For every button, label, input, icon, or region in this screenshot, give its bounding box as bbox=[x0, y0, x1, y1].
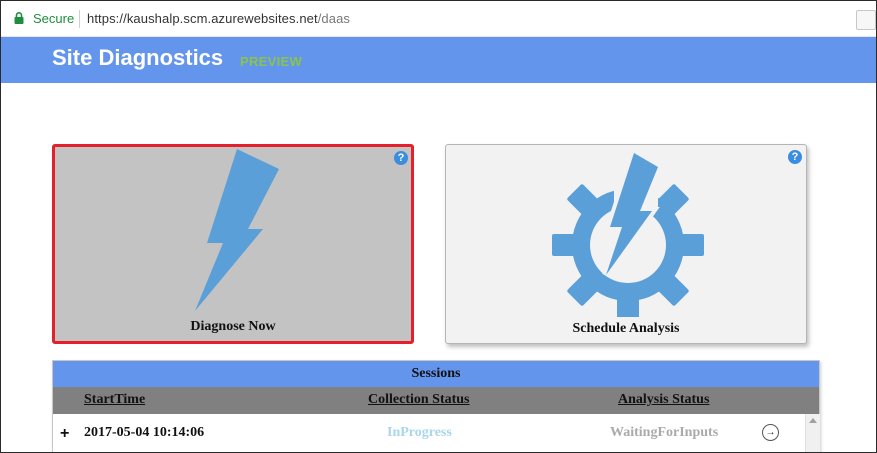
preview-badge: PREVIEW bbox=[240, 54, 303, 69]
page-title: Site Diagnostics bbox=[52, 45, 224, 70]
lock-icon bbox=[14, 12, 24, 24]
analysis-status-cell: WaitingForInputs bbox=[610, 425, 719, 440]
schedule-analysis-card[interactable]: ? Schedule Analysis bbox=[445, 144, 807, 344]
sessions-column-headers: StartTime Collection Status Analysis Sta… bbox=[53, 387, 819, 414]
scroll-up-icon[interactable] bbox=[809, 418, 817, 423]
url-field[interactable]: https://kaushalp.scm.azurewebsites.net/d… bbox=[87, 11, 350, 26]
address-bar: Secure https://kaushalp.scm.azurewebsite… bbox=[1, 1, 876, 37]
address-divider bbox=[79, 10, 80, 28]
gear-lightning-icon bbox=[552, 147, 704, 317]
schedule-analysis-label: Schedule Analysis bbox=[572, 321, 680, 336]
diagnose-now-card[interactable]: ? Diagnose Now bbox=[52, 144, 414, 344]
url-host: https://kaushalp.scm.azurewebsites.net bbox=[87, 11, 318, 26]
diagnose-now-label: Diagnose Now bbox=[190, 319, 276, 334]
start-time-cell: 2017-05-04 10:14:06 bbox=[84, 425, 205, 440]
collection-status-cell: InProgress bbox=[387, 425, 452, 440]
sessions-panel: Sessions StartTime Collection Status Ana… bbox=[52, 360, 820, 452]
column-header-collection-status[interactable]: Collection Status bbox=[368, 392, 470, 408]
sessions-scrollbar[interactable] bbox=[805, 414, 820, 452]
browser-menu-button[interactable] bbox=[856, 10, 876, 30]
column-header-analysis-status[interactable]: Analysis Status bbox=[618, 392, 709, 408]
app-header: Site Diagnostics PREVIEW bbox=[1, 37, 876, 83]
sessions-title: Sessions bbox=[53, 361, 819, 387]
column-header-starttime[interactable]: StartTime bbox=[84, 392, 145, 408]
url-path: /daas bbox=[317, 11, 351, 26]
help-icon[interactable]: ? bbox=[394, 151, 408, 165]
lightning-bolt-icon bbox=[195, 149, 279, 311]
help-icon[interactable]: ? bbox=[788, 150, 802, 164]
app-frame: Secure https://kaushalp.scm.azurewebsite… bbox=[0, 0, 877, 453]
expand-row-button[interactable]: + bbox=[60, 425, 69, 443]
table-row: + 2017-05-04 10:14:06 InProgress Waiting… bbox=[53, 414, 805, 452]
secure-label: Secure bbox=[33, 11, 75, 26]
arrow-right-icon[interactable]: → bbox=[762, 424, 779, 441]
